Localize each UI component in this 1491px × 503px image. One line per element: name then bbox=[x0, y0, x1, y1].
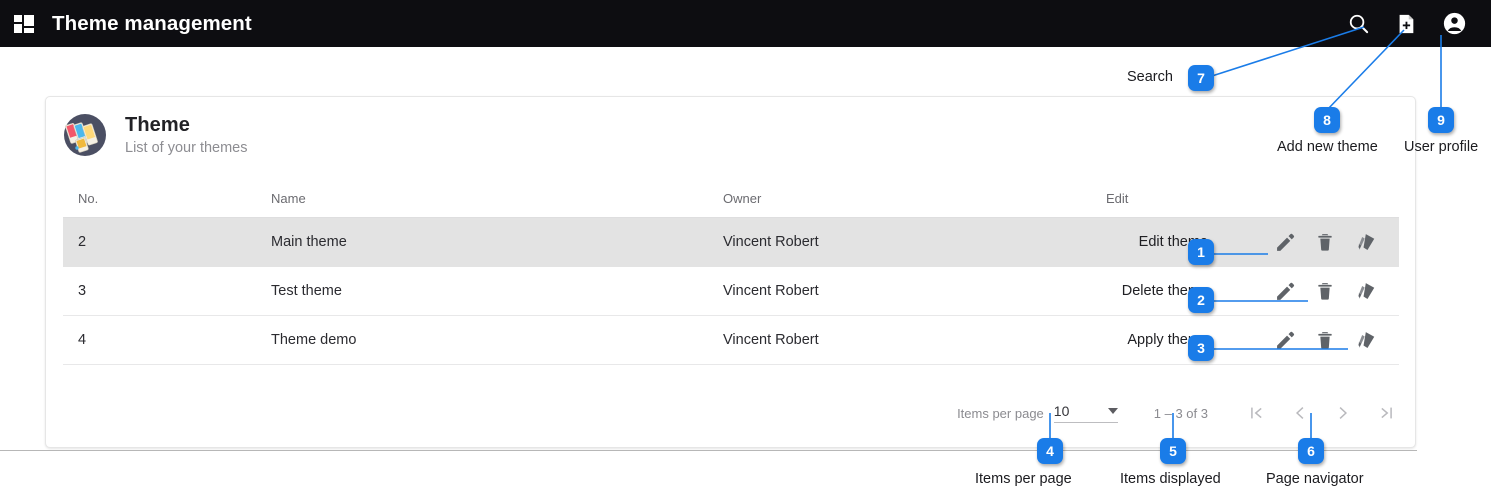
table-header-row: No. Name Owner Edit bbox=[63, 179, 1399, 218]
delete-trash-icon[interactable] bbox=[1314, 280, 1336, 302]
apply-paint-roller-icon[interactable] bbox=[1355, 280, 1377, 302]
paginator: Items per page 10 1 – 3 of 3 bbox=[957, 400, 1399, 426]
card-title-block: Theme List of your themes bbox=[125, 114, 248, 157]
annotation-label-items-displayed: Items displayed bbox=[1120, 471, 1221, 487]
items-per-page-select[interactable]: 10 bbox=[1053, 403, 1118, 423]
cell-name: Main theme bbox=[271, 234, 347, 250]
annotation-label-items-per-page: Items per page bbox=[975, 471, 1072, 487]
cell-owner: Vincent Robert bbox=[723, 283, 819, 299]
column-header-edit-wrap: Edit bbox=[1075, 191, 1399, 206]
add-new-theme-icon[interactable] bbox=[1393, 11, 1419, 37]
themes-table: No. Name Owner Edit 2 Main theme Vincent… bbox=[63, 179, 1399, 365]
table-row[interactable]: 3 Test theme Vincent Robert Delete theme bbox=[63, 267, 1399, 316]
page-title: Theme bbox=[125, 113, 190, 136]
delete-trash-icon[interactable] bbox=[1314, 231, 1336, 253]
chevron-down-icon bbox=[1107, 408, 1118, 414]
cell-no: 2 bbox=[78, 234, 87, 250]
search-icon[interactable] bbox=[1345, 11, 1371, 37]
first-page-icon[interactable] bbox=[1244, 400, 1270, 426]
column-header-name: Name bbox=[271, 190, 306, 206]
app-title: Theme management bbox=[52, 11, 252, 35]
apply-paint-roller-icon[interactable] bbox=[1355, 329, 1377, 351]
delete-trash-icon[interactable] bbox=[1314, 329, 1336, 351]
cell-actions: Edit theme bbox=[1075, 231, 1399, 253]
dashboard-grid-icon[interactable] bbox=[12, 12, 36, 36]
color-palette-icon bbox=[62, 112, 108, 158]
annotation-label-page-navigator: Page navigator bbox=[1266, 471, 1364, 487]
bottom-divider bbox=[0, 450, 1417, 451]
cell-actions: Delete theme bbox=[1075, 280, 1399, 302]
theme-card: Theme List of your themes No. Name Owner… bbox=[45, 96, 1416, 448]
edit-pencil-icon[interactable] bbox=[1273, 231, 1295, 253]
annotation-badge-7: 7 bbox=[1188, 65, 1214, 91]
annotation-badge-9: 9 bbox=[1428, 107, 1454, 133]
items-per-page-label: Items per page bbox=[957, 405, 1044, 421]
row-action-icons bbox=[1273, 231, 1377, 253]
annotation-label-search: Search bbox=[1127, 69, 1173, 85]
table-row[interactable]: 2 Main theme Vincent Robert Edit theme bbox=[63, 218, 1399, 267]
cell-owner: Vincent Robert bbox=[723, 234, 819, 250]
last-page-icon[interactable] bbox=[1373, 400, 1399, 426]
app-bar: Theme management bbox=[0, 0, 1491, 47]
column-header-owner: Owner bbox=[723, 190, 762, 206]
items-per-page-value: 10 bbox=[1053, 403, 1070, 419]
row-action-icons bbox=[1273, 329, 1377, 351]
apply-paint-roller-icon[interactable] bbox=[1355, 231, 1377, 253]
cell-name: Test theme bbox=[271, 283, 342, 299]
page-subtitle: List of your themes bbox=[125, 139, 248, 156]
row-action-label: Delete theme bbox=[1121, 283, 1208, 299]
row-action-icons bbox=[1273, 280, 1377, 302]
cell-no: 3 bbox=[78, 283, 87, 299]
items-displayed-range: 1 – 3 of 3 bbox=[1153, 405, 1208, 421]
cell-actions: Apply theme bbox=[1075, 329, 1399, 351]
next-page-icon[interactable] bbox=[1330, 400, 1356, 426]
app-bar-actions bbox=[1345, 11, 1467, 37]
row-action-label: Edit theme bbox=[1138, 234, 1208, 250]
cell-no: 4 bbox=[78, 332, 87, 348]
edit-pencil-icon[interactable] bbox=[1273, 329, 1295, 351]
column-header-edit: Edit bbox=[1106, 190, 1129, 206]
row-action-label: Apply theme bbox=[1127, 332, 1208, 348]
previous-page-icon[interactable] bbox=[1287, 400, 1313, 426]
table-row[interactable]: 4 Theme demo Vincent Robert Apply theme bbox=[63, 316, 1399, 365]
page-navigator bbox=[1244, 400, 1399, 426]
edit-pencil-icon[interactable] bbox=[1273, 280, 1295, 302]
cell-name: Theme demo bbox=[271, 332, 357, 348]
card-header: Theme List of your themes bbox=[46, 97, 1415, 159]
user-profile-icon[interactable] bbox=[1441, 11, 1467, 37]
column-header-no: No. bbox=[78, 190, 99, 206]
cell-owner: Vincent Robert bbox=[723, 332, 819, 348]
